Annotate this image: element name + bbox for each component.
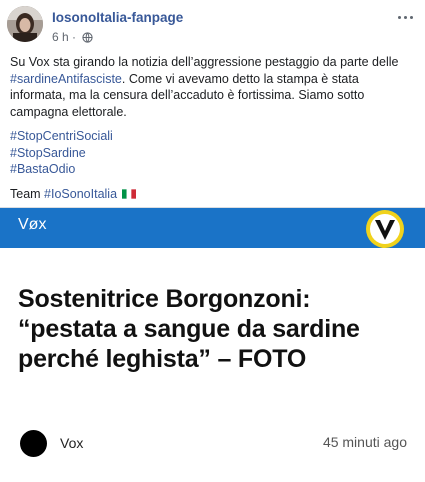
hashtag-link[interactable]: #BastaOdio [10, 162, 75, 176]
hashtag-link[interactable]: #StopCentriSociali [10, 129, 113, 143]
team-label: Team [10, 186, 45, 201]
globe-icon [82, 32, 94, 43]
vox-wordmark: Vøx [18, 216, 47, 233]
post-time[interactable]: 6 h [52, 30, 69, 44]
post-meta: 6 h · [52, 30, 94, 44]
hashtag-link[interactable]: #sardineAntifasciste [10, 72, 122, 86]
post-body: Su Vox sta girando la notizia dell’aggre… [10, 54, 415, 202]
link-preview-card[interactable]: Vøx Sostenitrice Borgonzoni: “pestata a … [0, 207, 425, 482]
hashtag-line: #BastaOdio [10, 161, 415, 178]
hashtag-line: #StopCentriSociali [10, 128, 415, 145]
page-avatar[interactable] [7, 6, 43, 42]
hashtag-link[interactable]: #StopSardine [10, 146, 86, 160]
post-text: Su Vox sta girando la notizia dell’aggre… [10, 54, 415, 120]
meta-separator: · [72, 30, 77, 44]
vox-header-bar: Vøx [0, 208, 425, 248]
hashtag-line: #StopSardine [10, 145, 415, 162]
avatar-image [7, 6, 43, 42]
post-header: IosonoItalia-fanpage 6 h · [0, 0, 425, 50]
article-headline[interactable]: Sostenitrice Borgonzoni: “pestata a sang… [18, 284, 413, 374]
team-line: Team #IoSonoItalia [10, 186, 415, 203]
post-text-part1: Su Vox sta girando la notizia dell’aggre… [10, 55, 399, 69]
vox-logo-icon [366, 210, 404, 248]
author-avatar [20, 430, 47, 457]
article-time: 45 minuti ago [322, 434, 407, 450]
author-name: Vox [60, 435, 84, 451]
italy-flag-icon [121, 188, 136, 199]
hashtag-link[interactable]: #IoSonoItalia [44, 187, 117, 201]
more-options-icon[interactable] [395, 10, 415, 24]
page-name-link[interactable]: IosonoItalia-fanpage [52, 10, 183, 25]
